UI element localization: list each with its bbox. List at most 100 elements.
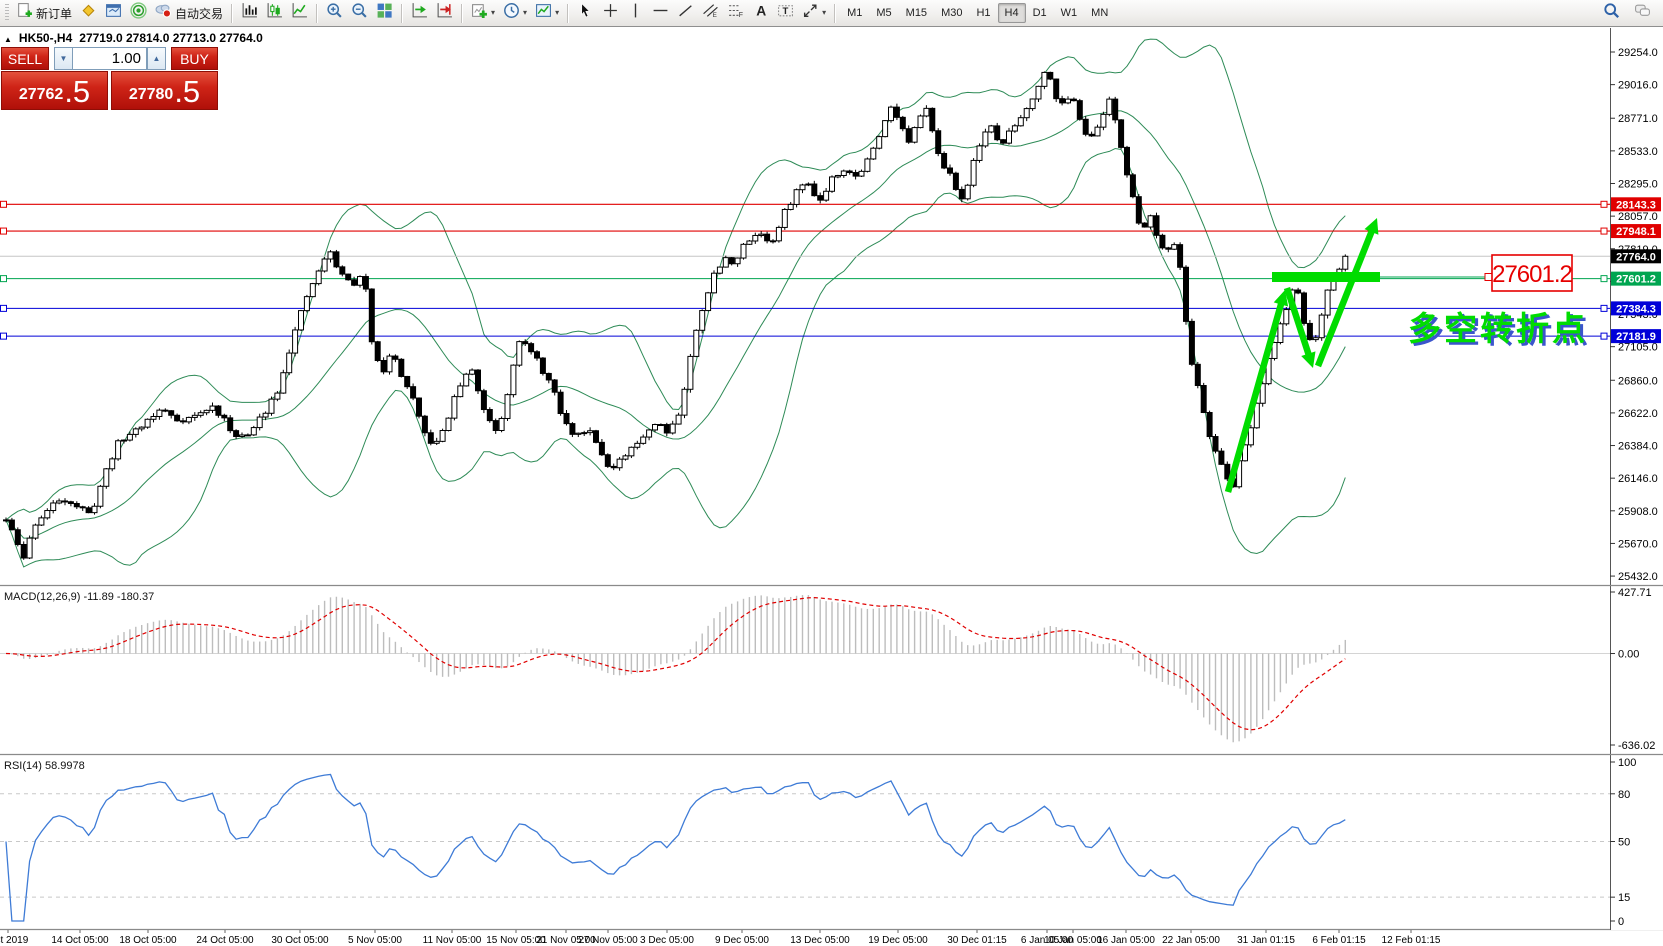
buy-button[interactable]: BUY bbox=[171, 47, 218, 70]
vertical-line-button[interactable] bbox=[623, 1, 648, 25]
price-tick-label: 26622.0 bbox=[1618, 408, 1658, 420]
line-endpoint-marker[interactable] bbox=[1601, 333, 1607, 339]
line-endpoint-marker[interactable] bbox=[1, 305, 7, 311]
price-tick-label: 28057.0 bbox=[1618, 211, 1658, 223]
cursor-button[interactable] bbox=[573, 1, 598, 25]
templates-icon bbox=[535, 2, 552, 24]
line-endpoint-marker[interactable] bbox=[1601, 228, 1607, 234]
spin-up-icon: ▲ bbox=[153, 54, 161, 63]
horizontal-line-icon bbox=[652, 2, 669, 24]
toolbar-drag-handle[interactable] bbox=[5, 4, 9, 22]
cjk-annotation-text[interactable]: 多空转折点 bbox=[1408, 310, 1588, 347]
chart-line-icon bbox=[291, 2, 308, 24]
periods-icon bbox=[503, 2, 520, 24]
chart-candles-button[interactable] bbox=[262, 1, 287, 25]
dropdown-caret-icon: ▾ bbox=[491, 9, 495, 17]
chat-button[interactable] bbox=[1630, 1, 1655, 25]
macd-tick-label: 427.71 bbox=[1618, 587, 1652, 599]
line-endpoint-marker[interactable] bbox=[1, 201, 7, 207]
toolbar-separator bbox=[834, 4, 836, 23]
arrows-button[interactable]: ▾ bbox=[798, 1, 830, 25]
line-endpoint-marker[interactable] bbox=[1, 276, 7, 282]
channel-icon: E bbox=[702, 2, 719, 24]
chart-canvas[interactable]: MACD(12,26,9) -11.89 -180.37RSI(14) 58.9… bbox=[0, 0, 1663, 946]
timeframe-m15-button[interactable]: M15 bbox=[899, 3, 934, 23]
new-order-button[interactable]: 新订单 bbox=[12, 1, 76, 25]
spin-down-icon: ▼ bbox=[60, 54, 68, 63]
volume-input[interactable]: 1.00 bbox=[73, 47, 147, 70]
time-tick-label: Oct 2019 bbox=[0, 935, 29, 946]
price-tick-label: 26860.0 bbox=[1618, 375, 1658, 387]
svg-text:T: T bbox=[783, 6, 789, 17]
label-button[interactable]: T bbox=[773, 1, 798, 25]
fibonacci-button[interactable]: F bbox=[723, 1, 748, 25]
dropdown-caret-icon: ▾ bbox=[555, 9, 559, 17]
timeframe-w1-button[interactable]: W1 bbox=[1054, 3, 1085, 23]
timeframe-h4-button[interactable]: H4 bbox=[998, 3, 1026, 23]
zoom-in-button[interactable] bbox=[322, 1, 347, 25]
time-tick-label: 12 Feb 01:15 bbox=[1382, 935, 1441, 946]
zoom-out-button[interactable] bbox=[347, 1, 372, 25]
buy-price-button[interactable]: 27780 .5 bbox=[111, 71, 218, 110]
tile-windows-button[interactable] bbox=[372, 1, 397, 25]
price-tick-label: 28295.0 bbox=[1618, 178, 1658, 190]
templates-button[interactable]: ▾ bbox=[531, 1, 563, 25]
profile-button[interactable] bbox=[76, 1, 101, 25]
search-button[interactable] bbox=[1599, 1, 1624, 25]
volume-increase-button[interactable]: ▲ bbox=[147, 47, 166, 70]
auto-trading-icon bbox=[155, 2, 172, 24]
trendline-icon bbox=[677, 2, 694, 24]
auto-scroll-button[interactable] bbox=[407, 1, 432, 25]
timeframe-m30-button[interactable]: M30 bbox=[934, 3, 969, 23]
signals-icon bbox=[130, 2, 147, 24]
timeframe-h1-button[interactable]: H1 bbox=[969, 3, 997, 23]
cursor-icon bbox=[577, 2, 594, 24]
time-tick-label: 13 Dec 05:00 bbox=[790, 935, 850, 946]
macd-label: MACD(12,26,9) -11.89 -180.37 bbox=[4, 591, 154, 603]
svg-text:27764.0: 27764.0 bbox=[1616, 251, 1656, 263]
callout-anchor-marker[interactable] bbox=[1485, 274, 1492, 281]
timeframe-m1-button[interactable]: M1 bbox=[840, 3, 869, 23]
indicators-button[interactable]: ▾ bbox=[467, 1, 499, 25]
timeframe-d1-button[interactable]: D1 bbox=[1026, 3, 1054, 23]
time-tick-label: 19 Dec 05:00 bbox=[868, 935, 928, 946]
chart-line-button[interactable] bbox=[287, 1, 312, 25]
dropdown-caret-icon: ▾ bbox=[523, 9, 527, 17]
sell-price-button[interactable]: 27762 .5 bbox=[1, 71, 108, 110]
time-tick-label: 9 Dec 05:00 bbox=[715, 935, 769, 946]
price-axis[interactable]: 29254.029016.028771.028533.028295.028057… bbox=[1610, 28, 1663, 930]
price-tick-label: 25670.0 bbox=[1618, 538, 1658, 550]
line-endpoint-marker[interactable] bbox=[1601, 305, 1607, 311]
sell-button[interactable]: SELL bbox=[1, 47, 49, 70]
trendline-button[interactable] bbox=[673, 1, 698, 25]
chart-shift-button[interactable] bbox=[432, 1, 457, 25]
horizontal-line-button[interactable] bbox=[648, 1, 673, 25]
text-button[interactable]: A bbox=[748, 1, 773, 25]
signals-button[interactable] bbox=[126, 1, 151, 25]
sell-price-main: 27762 bbox=[19, 84, 64, 106]
periods-button[interactable]: ▾ bbox=[499, 1, 531, 25]
line-endpoint-marker[interactable] bbox=[1601, 276, 1607, 282]
line-endpoint-marker[interactable] bbox=[1, 333, 7, 339]
highlight-zone-bar[interactable] bbox=[1272, 272, 1380, 282]
line-endpoint-marker[interactable] bbox=[1, 228, 7, 234]
macd-tick-label: -636.02 bbox=[1618, 740, 1655, 752]
price-tick-label: 28771.0 bbox=[1618, 113, 1658, 125]
timeframe-mn-button[interactable]: MN bbox=[1084, 3, 1115, 23]
buy-price-main: 27780 bbox=[129, 84, 174, 106]
collapse-panel-icon[interactable]: ▲ bbox=[4, 35, 12, 44]
dropdown-caret-icon: ▾ bbox=[822, 9, 826, 17]
line-endpoint-marker[interactable] bbox=[1601, 201, 1607, 207]
volume-decrease-button[interactable]: ▼ bbox=[54, 47, 73, 70]
chart-candles-icon bbox=[266, 2, 283, 24]
timeframe-m5-button[interactable]: M5 bbox=[869, 3, 898, 23]
new-order-icon bbox=[16, 2, 33, 24]
chart-bars-button[interactable] bbox=[237, 1, 262, 25]
arrows-icon bbox=[802, 2, 819, 24]
time-tick-label: 24 Oct 05:00 bbox=[196, 935, 254, 946]
data-window-button[interactable] bbox=[101, 1, 126, 25]
price-tick-label: 28533.0 bbox=[1618, 146, 1658, 158]
channel-button[interactable]: E bbox=[698, 1, 723, 25]
auto-trading-button[interactable]: 自动交易 bbox=[151, 1, 227, 25]
crosshair-button[interactable] bbox=[598, 1, 623, 25]
